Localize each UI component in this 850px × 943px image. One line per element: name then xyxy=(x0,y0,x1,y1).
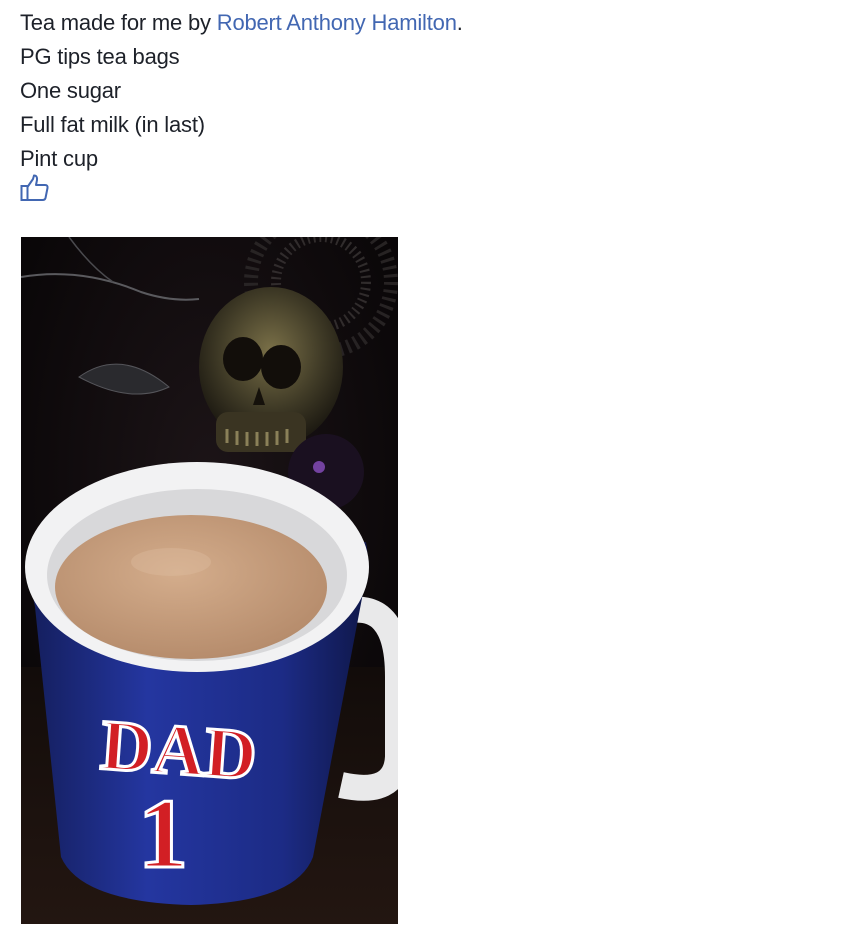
thumbs-up-icon[interactable] xyxy=(20,174,50,202)
post-line-teabags: PG tips tea bags xyxy=(20,44,180,69)
author-link[interactable]: Robert Anthony Hamilton xyxy=(217,10,457,35)
mug-text-1: 1 xyxy=(138,778,188,889)
post-line-cup: Pint cup xyxy=(20,146,98,171)
photo-tea xyxy=(55,515,327,659)
intro-end: . xyxy=(456,10,463,35)
post-line-milk: Full fat milk (in last) xyxy=(20,112,205,137)
post-line-sugar: One sugar xyxy=(20,78,121,103)
intro-text: Tea made for me by xyxy=(20,10,217,35)
post-photo[interactable]: DAD 1 xyxy=(21,237,398,924)
post-text: Tea made for me by Robert Anthony Hamilt… xyxy=(20,6,463,176)
post-intro-line: Tea made for me by Robert Anthony Hamilt… xyxy=(20,6,463,40)
